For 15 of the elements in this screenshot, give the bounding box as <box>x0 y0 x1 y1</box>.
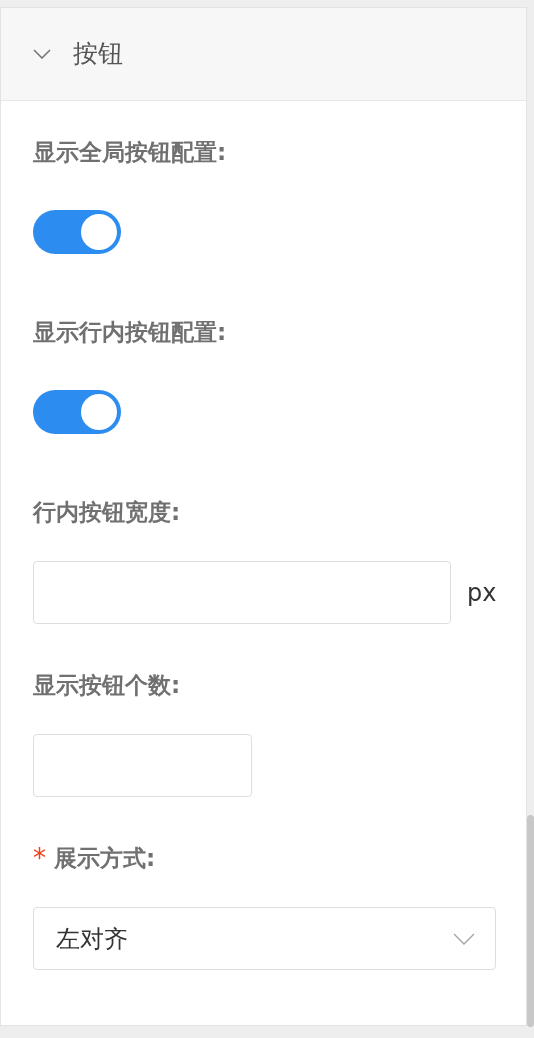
input-field[interactable] <box>33 734 252 797</box>
toggle-switch[interactable] <box>33 210 121 254</box>
dropdown-caret-icon <box>453 932 475 945</box>
field-label: 展示方式: <box>54 843 156 873</box>
field-label: 行内按钮宽度: <box>33 497 181 527</box>
unit-label: px <box>467 577 497 609</box>
required-asterisk: * <box>33 841 46 875</box>
field-label: 显示行内按钮配置: <box>33 317 227 347</box>
field-label: 显示按钮个数: <box>33 670 181 700</box>
select-field[interactable]: 左对齐 <box>33 907 496 970</box>
field-label: 显示全局按钮配置: <box>33 137 227 167</box>
toggle-switch[interactable] <box>33 390 121 434</box>
panel-title: 按钮 <box>73 38 123 71</box>
input-field[interactable] <box>33 561 451 624</box>
panel-header[interactable]: 按钮 <box>1 8 526 101</box>
